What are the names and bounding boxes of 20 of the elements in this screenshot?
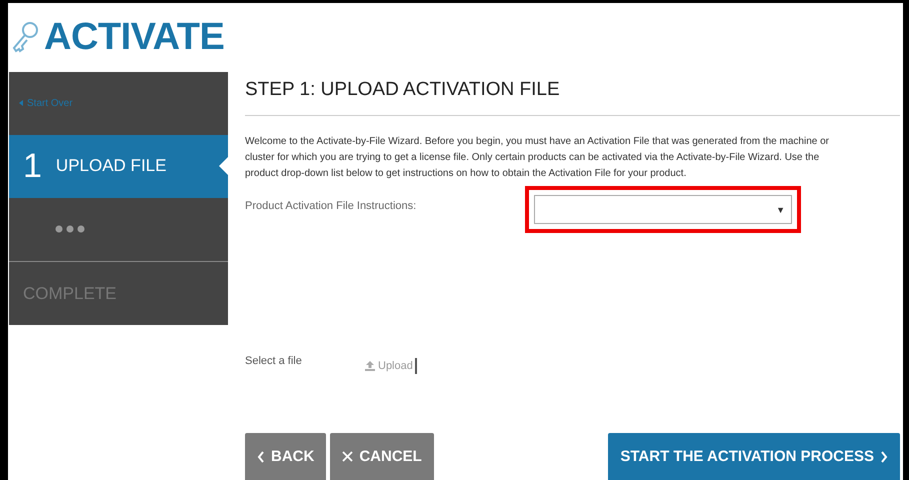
field-label: Product Activation File Instructions: [245,199,418,212]
key-icon [10,20,40,54]
cancel-button[interactable]: CANCEL [330,433,434,480]
step-label: UPLOAD FILE [56,156,166,176]
step-number: 1 [23,146,42,186]
intro-paragraph: Welcome to the Activate-by-File Wizard. Before you begin, you must have an Activation File that was generated from the machine or cluster for which you are trying to get a license file. Only certain products can be activated via the Activate-by-File Wizard. Use the product drop-down list below to get instructions on how to obtain the Activation File for your product. [245,135,830,181]
back-button[interactable]: BACK [245,433,326,480]
dots-icon [55,225,85,234]
upload-icon [365,361,375,371]
upload-button[interactable]: Upload [365,358,417,374]
pointer-notch [219,157,228,176]
logo-text: ACTIVATE [44,16,224,59]
close-icon [342,451,354,462]
page-title: STEP 1: UPLOAD ACTIVATION FILE [245,77,900,116]
triangle-left-icon [19,100,23,106]
chevron-right-icon [880,450,888,462]
chevron-left-icon [257,450,265,462]
start-button[interactable]: START THE ACTIVATION PROCESS [608,433,900,480]
field-label: Select a file [245,355,303,367]
product-dropdown[interactable]: ▼ [534,195,792,224]
